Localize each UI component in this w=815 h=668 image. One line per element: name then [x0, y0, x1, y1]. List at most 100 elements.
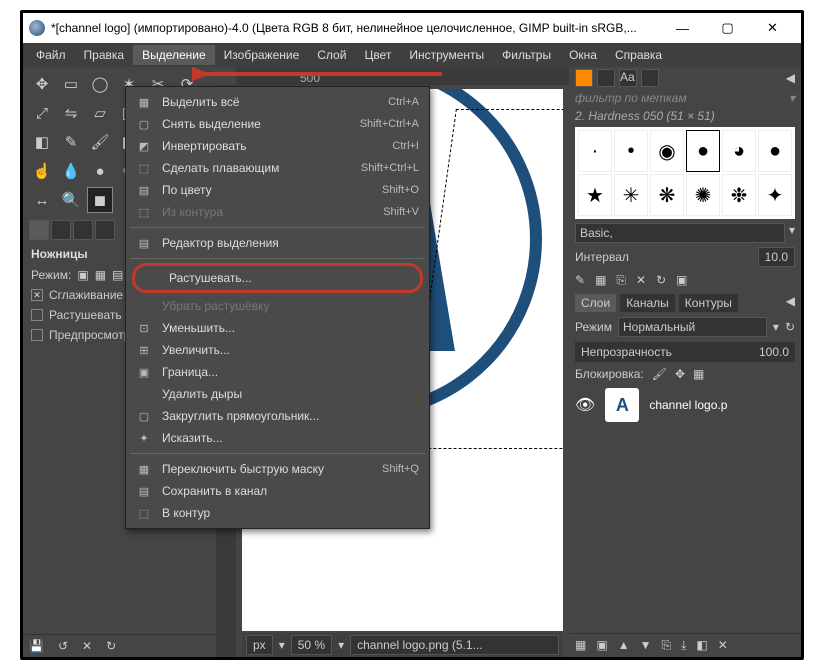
menu-item[interactable]: ⬚Сделать плавающимShift+Ctrl+L: [126, 157, 429, 179]
tool-pencil[interactable]: ✎: [58, 129, 84, 155]
brush-item[interactable]: •: [614, 130, 648, 172]
menu-item[interactable]: Удалить дыры: [126, 383, 429, 405]
menu-filters[interactable]: Фильтры: [493, 45, 560, 65]
menu-help[interactable]: Справка: [606, 45, 671, 65]
menu-item[interactable]: ◩ИнвертироватьCtrl+I: [126, 135, 429, 157]
edit-brush-icon[interactable]: ✎: [575, 273, 585, 288]
menu-item[interactable]: ▤Сохранить в канал: [126, 480, 429, 502]
tab-channels[interactable]: Каналы: [620, 294, 675, 312]
feather-checkbox[interactable]: [31, 309, 43, 321]
mode-icon-replace[interactable]: ▣: [77, 268, 88, 282]
tool-gradient[interactable]: ◧: [29, 129, 55, 155]
opacity-slider[interactable]: Непрозрачность 100.0: [575, 342, 795, 362]
menu-windows[interactable]: Окна: [560, 45, 606, 65]
preview-checkbox[interactable]: [31, 329, 43, 341]
minimize-button[interactable]: —: [660, 13, 705, 43]
dock-menu-icon[interactable]: ◀: [786, 71, 795, 85]
chevron-down-icon[interactable]: ▾: [789, 91, 795, 105]
brush-item[interactable]: ✺: [686, 174, 720, 216]
lock-pixels-icon[interactable]: 🖌: [652, 367, 667, 381]
tool-measure[interactable]: ↔: [29, 187, 55, 213]
brush-filter-row[interactable]: фильтр по меткам ▾: [569, 89, 801, 107]
antialias-checkbox[interactable]: ✕: [31, 289, 43, 301]
open-as-image-icon[interactable]: ▣: [676, 273, 687, 288]
delete-options-icon[interactable]: ✕: [82, 639, 92, 653]
save-options-icon[interactable]: 💾: [29, 639, 44, 653]
brush-item[interactable]: ●: [686, 130, 720, 172]
tool-colors-swatch[interactable]: ◼: [87, 187, 113, 213]
brush-item[interactable]: ●: [758, 130, 792, 172]
layer-item[interactable]: 👁 A channel logo.p: [569, 384, 801, 426]
dock-menu-icon[interactable]: ◀: [786, 294, 795, 312]
menu-edit[interactable]: Правка: [75, 45, 134, 65]
tool-smudge[interactable]: ☝: [29, 158, 55, 184]
zoom-chevron-icon[interactable]: ▾: [338, 638, 344, 652]
raise-layer-icon[interactable]: ▲: [618, 638, 630, 653]
menu-item[interactable]: ▣Граница...: [126, 361, 429, 383]
delete-layer-icon[interactable]: ✕: [718, 638, 728, 653]
delete-brush-icon[interactable]: ✕: [636, 273, 646, 288]
mode-reset-icon[interactable]: ↻: [785, 320, 795, 334]
menu-file[interactable]: Файл: [27, 45, 75, 65]
reset-options-icon[interactable]: ↻: [106, 639, 116, 653]
menu-item[interactable]: ▦Переключить быструю маскуShift+Q: [126, 458, 429, 480]
lock-alpha-icon[interactable]: ▦: [693, 367, 704, 381]
mode-icon-add[interactable]: ▦: [95, 268, 106, 282]
new-brush-icon[interactable]: ▦: [595, 273, 606, 288]
tool-free-select[interactable]: ◯: [87, 71, 113, 97]
brushes-tab[interactable]: [575, 69, 593, 87]
brush-item[interactable]: ✳: [614, 174, 648, 216]
merge-down-icon[interactable]: ⤓: [681, 638, 686, 653]
mode-icon-subtract[interactable]: ▤: [112, 268, 123, 282]
tool-blur[interactable]: 💧: [58, 158, 84, 184]
brush-item[interactable]: ·: [578, 130, 612, 172]
menu-item[interactable]: ✦Исказить...: [126, 427, 429, 449]
duplicate-brush-icon[interactable]: ⎘: [616, 273, 626, 288]
tool-move[interactable]: ✥: [29, 71, 55, 97]
menu-item[interactable]: ▦Выделить всёCtrl+A: [126, 91, 429, 113]
menu-item[interactable]: ⊡Уменьшить...: [126, 317, 429, 339]
tool-perspective[interactable]: ▱: [87, 100, 113, 126]
duplicate-layer-icon[interactable]: ⎘: [661, 638, 671, 653]
menu-item[interactable]: ⬚В контур: [126, 502, 429, 524]
menu-item[interactable]: ▢Закруглить прямоугольник...: [126, 405, 429, 427]
brush-item[interactable]: ◉: [650, 130, 684, 172]
layer-mode-select[interactable]: Нормальный: [618, 317, 767, 337]
tab-paths[interactable]: Контуры: [679, 294, 738, 312]
tab-device-status[interactable]: [51, 220, 71, 240]
close-button[interactable]: ✕: [750, 13, 795, 43]
maximize-button[interactable]: ▢: [705, 13, 750, 43]
history-tab[interactable]: [641, 69, 659, 87]
brush-item[interactable]: ❋: [650, 174, 684, 216]
tool-brush[interactable]: 🖌: [87, 129, 113, 155]
brush-item[interactable]: ❉: [722, 174, 756, 216]
lock-position-icon[interactable]: ✥: [675, 367, 685, 381]
tab-undo-history[interactable]: [73, 220, 93, 240]
tab-layers[interactable]: Слои: [575, 294, 616, 312]
zoom-field[interactable]: 50 %: [291, 635, 332, 655]
mask-icon[interactable]: ◧: [696, 638, 707, 653]
brush-preset-select[interactable]: Basic,: [575, 223, 785, 243]
visibility-toggle-icon[interactable]: 👁: [575, 395, 595, 415]
new-layer-icon[interactable]: ▦: [575, 638, 586, 653]
new-group-icon[interactable]: ▣: [596, 638, 607, 653]
brush-item[interactable]: ◕: [722, 130, 756, 172]
tool-flip[interactable]: ⇋: [58, 100, 84, 126]
unit-chevron-icon[interactable]: ▾: [279, 638, 285, 652]
menu-item[interactable]: ▤По цветуShift+O: [126, 179, 429, 201]
chevron-down-icon[interactable]: ▾: [773, 320, 779, 334]
tool-scale[interactable]: ⤢: [29, 100, 55, 126]
tool-dodge[interactable]: ●: [87, 158, 113, 184]
restore-options-icon[interactable]: ↺: [58, 639, 68, 653]
interval-value[interactable]: 10.0: [758, 247, 795, 267]
lower-layer-icon[interactable]: ▼: [640, 638, 652, 653]
menu-item[interactable]: ▤Редактор выделения: [126, 232, 429, 254]
fonts-tab[interactable]: Aa: [619, 69, 637, 87]
menu-item[interactable]: ⊞Увеличить...: [126, 339, 429, 361]
menu-item[interactable]: Растушевать...: [132, 263, 423, 293]
tool-rect-select[interactable]: ▭: [58, 71, 84, 97]
chevron-down-icon[interactable]: ▾: [789, 223, 795, 243]
brush-item[interactable]: ★: [578, 174, 612, 216]
patterns-tab[interactable]: [597, 69, 615, 87]
menu-item[interactable]: ▢Снять выделениеShift+Ctrl+A: [126, 113, 429, 135]
